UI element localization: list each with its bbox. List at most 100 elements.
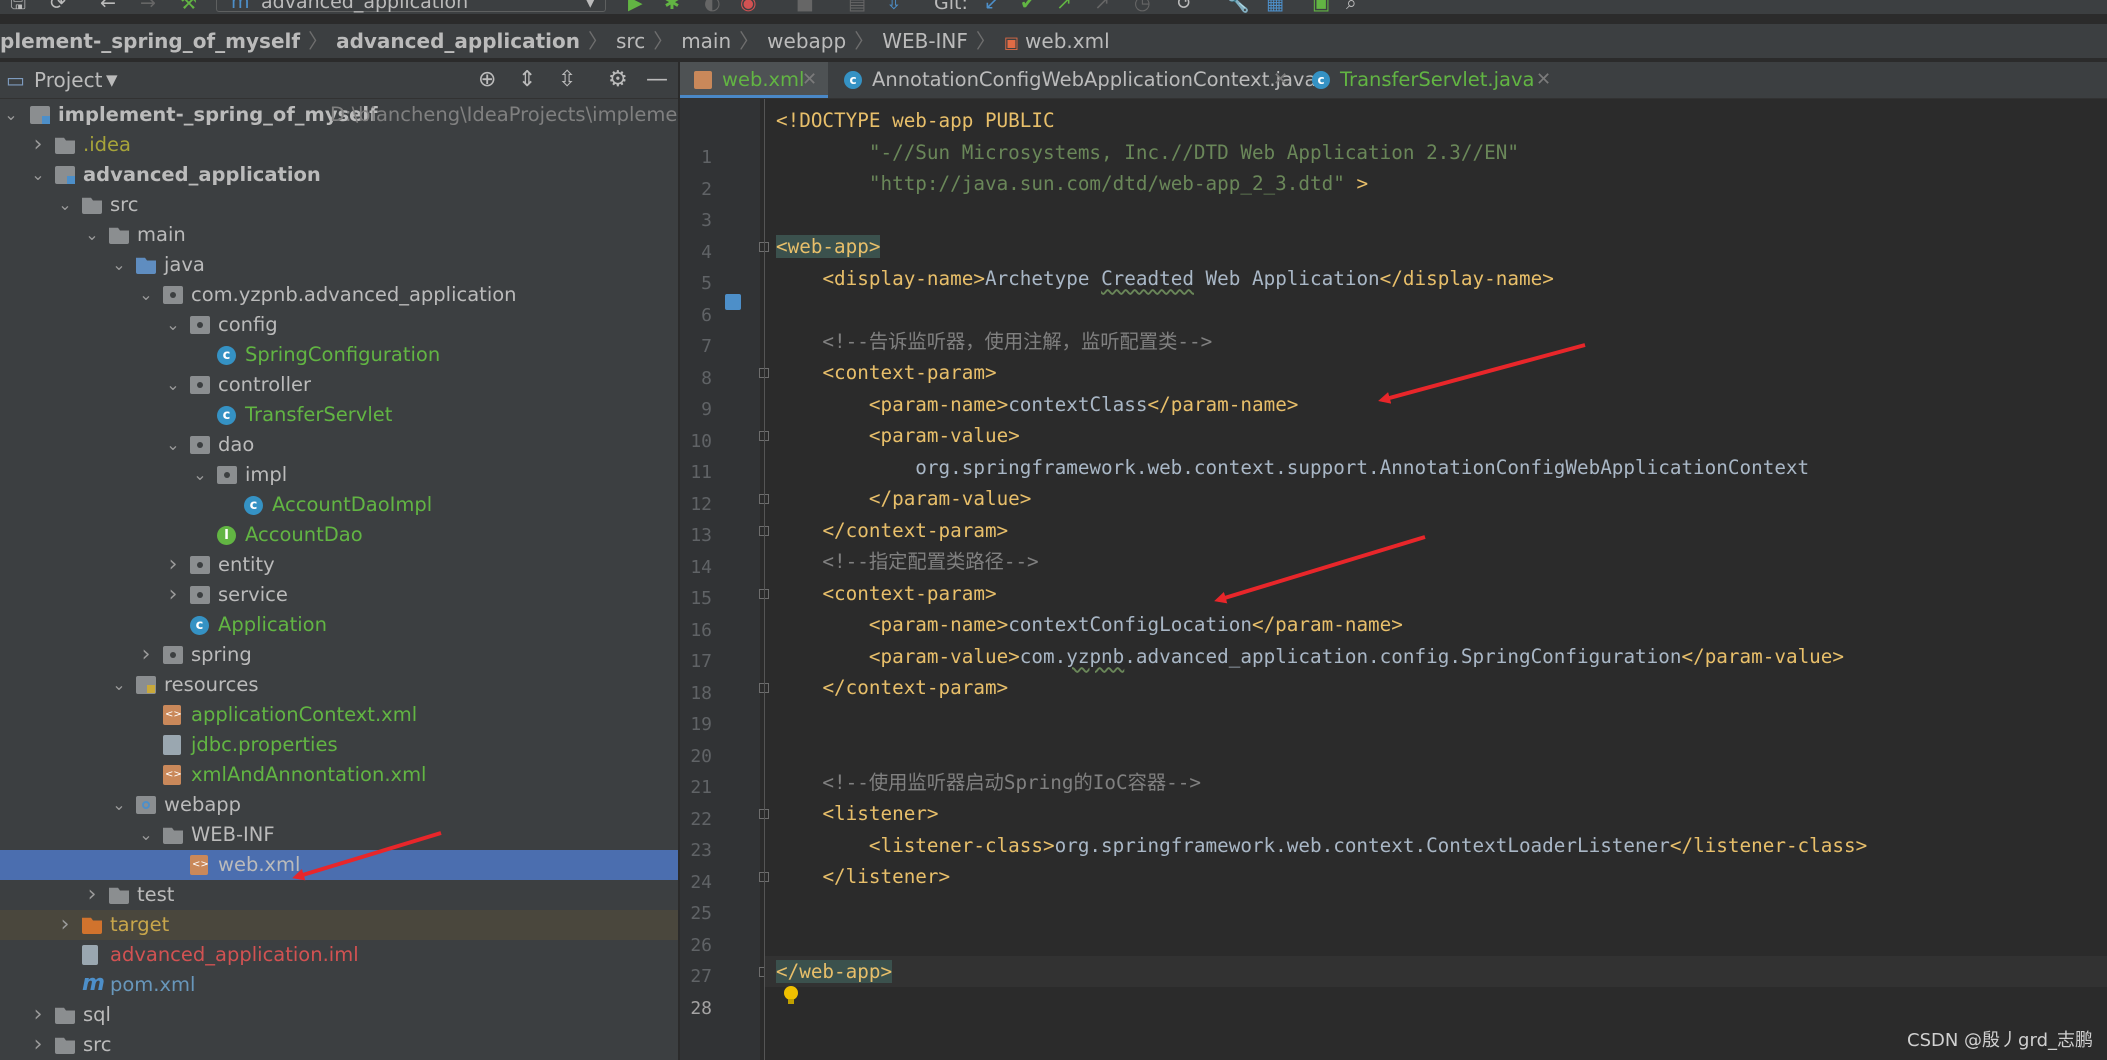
tree-item[interactable]: › target (0, 910, 678, 940)
tree-item[interactable]: c SpringConfiguration (0, 340, 678, 370)
tree-item[interactable]: c TransferServlet (0, 400, 678, 430)
sync-icon[interactable]: ⟳ (50, 0, 66, 14)
tree-item[interactable]: › spring (0, 640, 678, 670)
gear-icon[interactable]: ⚙ (608, 62, 628, 98)
tree-item[interactable]: m pom.xml (0, 970, 678, 1000)
git-pull-icon[interactable]: ↗ (1094, 0, 1110, 14)
forward-icon[interactable]: → (140, 0, 156, 14)
tree-item[interactable]: ⌄ config (0, 310, 678, 340)
run-icon[interactable]: ▶ (628, 0, 643, 14)
chevron-down-icon[interactable]: ⌄ (2, 100, 20, 130)
chevron-down-icon[interactable]: ⌄ (110, 250, 128, 280)
chevron-down-icon[interactable]: ⌄ (56, 190, 74, 220)
tree-item[interactable]: ⌄ dao (0, 430, 678, 460)
tab-annotation-config-web-application-context[interactable]: c AnnotationConfigWebApplicationContext.… (830, 62, 1316, 98)
back-icon[interactable]: ← (100, 0, 116, 14)
package-icon (190, 556, 210, 574)
tree-item[interactable]: ⌄ resources (0, 670, 678, 700)
collapse-all-icon[interactable]: ⇳ (558, 62, 576, 98)
tree-item[interactable]: ⌄ WEB-INF (0, 820, 678, 850)
history-icon[interactable]: ◷ (1134, 0, 1151, 14)
chevron-down-icon[interactable]: ▼ (106, 62, 118, 98)
tree-item[interactable]: jdbc.properties (0, 730, 678, 760)
tree-item[interactable]: ⌄ impl (0, 460, 678, 490)
chevron-down-icon[interactable]: ⌄ (29, 160, 47, 190)
tab-transfer-servlet[interactable]: c TransferServlet.java ✕ (1298, 62, 1560, 98)
breadcrumb-item-webapp[interactable]: webapp (767, 29, 846, 53)
expand-all-icon[interactable]: ⇕ (518, 62, 536, 98)
breadcrumb-item-main[interactable]: main (681, 29, 731, 53)
chevron-right-icon[interactable]: › (29, 1030, 47, 1060)
tree-item[interactable]: ⌄ src (0, 190, 678, 220)
git-commit-icon[interactable]: ✔ (1020, 0, 1036, 14)
debug-icon[interactable]: ✱ (664, 0, 680, 14)
chevron-down-icon[interactable]: ⌄ (164, 370, 182, 400)
wrench-icon[interactable]: 🔧 (1226, 0, 1250, 14)
close-icon[interactable]: ✕ (1273, 62, 1288, 98)
chevron-right-icon[interactable]: › (56, 910, 74, 940)
tree-item[interactable]: c Application (0, 610, 678, 640)
tree-item[interactable]: › service (0, 580, 678, 610)
tree-item[interactable]: advanced_application.iml (0, 940, 678, 970)
rollback-icon[interactable]: ↺ (1176, 0, 1192, 14)
run-configuration-select[interactable]: m advanced_application [tomcat7:run] ▾ (216, 0, 606, 14)
editor-gutter[interactable]: 1 2 3 4 5 6 7 8 9 10 11 12 13 14 15 16 17 18 19 20 21 22 23 24 2… (680, 99, 769, 1060)
chevron-right-icon[interactable]: › (83, 880, 101, 910)
tree-item[interactable]: ⌄ com.yzpnb.advanced_application (0, 280, 678, 310)
tree-item[interactable]: › sql (0, 1000, 678, 1030)
structure-icon[interactable]: ▦ (1266, 0, 1284, 14)
search-icon[interactable]: ⌕ (1346, 0, 1357, 14)
chevron-down-icon[interactable]: ⌄ (164, 310, 182, 340)
tree-item[interactable]: ⌄ advanced_application (0, 160, 678, 190)
chevron-right-icon[interactable]: › (29, 130, 47, 160)
tree-item[interactable]: › test (0, 880, 678, 910)
tree-item[interactable]: ⌄ webapp (0, 790, 678, 820)
tree-item[interactable]: I AccountDao (0, 520, 678, 550)
breadcrumb-item-project[interactable]: plement-_spring_of_myself (0, 29, 300, 53)
tree-item[interactable]: c AccountDaoImpl (0, 490, 678, 520)
tree-item[interactable]: web.xml (0, 850, 678, 880)
profile-icon[interactable]: ◉ (740, 0, 757, 14)
breadcrumb-item-module[interactable]: advanced_application (336, 29, 580, 53)
tree-item[interactable]: ⌄ java (0, 250, 678, 280)
tree-item[interactable]: › src (0, 1030, 678, 1060)
chevron-right-icon[interactable]: › (164, 580, 182, 610)
build-icon[interactable]: ⚒ (180, 0, 197, 14)
breadcrumb-item-web-inf[interactable]: WEB-INF (882, 29, 968, 53)
tree-item[interactable]: ⌄ main (0, 220, 678, 250)
tree-item[interactable]: xmlAndAnnontation.xml (0, 760, 678, 790)
web-descriptor-icon[interactable] (725, 294, 741, 310)
vcs-update-icon[interactable]: ⇩ (886, 0, 902, 14)
save-icon[interactable]: 🖫 (10, 0, 26, 14)
stop-icon[interactable]: ■ (796, 0, 814, 14)
chevron-down-icon[interactable]: ⌄ (164, 430, 182, 460)
chevron-right-icon[interactable]: › (137, 640, 155, 670)
chevron-down-icon[interactable]: ⌄ (137, 280, 155, 310)
breadcrumb-item-src[interactable]: src (616, 29, 645, 53)
chevron-down-icon[interactable]: ⌄ (110, 790, 128, 820)
chevron-right-icon[interactable]: › (29, 1000, 47, 1030)
chevron-right-icon[interactable]: › (164, 550, 182, 580)
lightbulb-icon[interactable] (784, 986, 798, 1004)
chevron-down-icon[interactable]: ⌄ (83, 220, 101, 250)
project-structure-icon[interactable]: ▤ (848, 0, 866, 14)
close-icon[interactable]: ✕ (1536, 62, 1551, 98)
chevron-down-icon[interactable]: ⌄ (191, 460, 209, 490)
chevron-down-icon[interactable]: ⌄ (137, 820, 155, 850)
project-view-selector[interactable]: Project (34, 62, 102, 98)
tree-item[interactable]: › .idea (0, 130, 678, 160)
tree-root[interactable]: ⌄ implement-_spring_of_myself D:\bianche… (0, 100, 678, 130)
tree-item[interactable]: ⌄ controller (0, 370, 678, 400)
chevron-down-icon[interactable]: ⌄ (110, 670, 128, 700)
tab-web-xml[interactable]: web.xml ✕ (680, 62, 828, 98)
close-icon[interactable]: ✕ (802, 62, 817, 98)
git-push-icon[interactable]: ↗ (1056, 0, 1072, 14)
breadcrumb-item-web-xml[interactable]: web.xml (1025, 29, 1110, 53)
git-update-icon[interactable]: ↙ (984, 0, 1000, 14)
hide-panel-icon[interactable]: — (646, 62, 668, 98)
tree-item[interactable]: › entity (0, 550, 678, 580)
presentation-icon[interactable]: ▣ (1312, 0, 1330, 14)
locate-file-icon[interactable]: ⊕ (478, 62, 496, 98)
tree-item[interactable]: applicationContext.xml (0, 700, 678, 730)
coverage-icon[interactable]: ◐ (704, 0, 721, 14)
